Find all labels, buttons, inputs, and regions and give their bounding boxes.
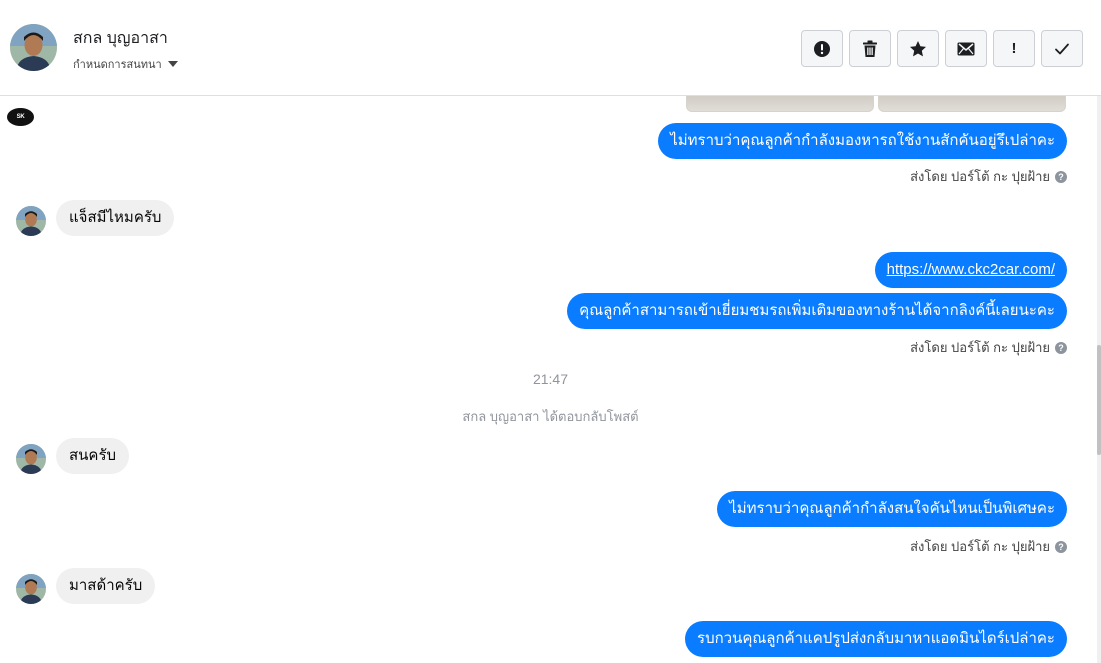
contact-avatar[interactable] xyxy=(10,24,57,71)
avatar-image xyxy=(16,574,46,604)
avatar-image xyxy=(16,206,46,236)
contact-avatar-small xyxy=(16,444,46,474)
avatar-image xyxy=(10,24,57,71)
contact-avatar-small xyxy=(16,206,46,236)
contact-avatar-small xyxy=(16,574,46,604)
page-logo-avatar: SK xyxy=(7,108,34,126)
outgoing-message[interactable]: ไม่ทราบว่าคุณลูกค้ากำลังสนใจคันไหนเป็นพิ… xyxy=(717,491,1067,527)
sent-by-label: ส่งโดย ปอร์โต้ กะ ปุยฝ้าย ? xyxy=(910,166,1067,187)
outgoing-message[interactable]: รบกวนคุณลูกค้าแคปรูปส่งกลับมาหาแอดมินไดร… xyxy=(685,621,1067,657)
help-icon[interactable]: ? xyxy=(1055,341,1067,354)
mark-unread-button[interactable] xyxy=(945,30,987,67)
star-button[interactable] xyxy=(897,30,939,67)
sent-by-label: ส่งโดย ปอร์โต้ กะ ปุยฝ้าย ? xyxy=(910,337,1067,358)
image-attachment[interactable] xyxy=(878,96,1066,112)
assign-conversation-dropdown[interactable]: กำหนดการสนทนา xyxy=(73,55,178,73)
follow-up-button[interactable]: ! xyxy=(993,30,1035,67)
alert-circle-icon xyxy=(814,40,830,57)
outgoing-message[interactable]: ไม่ทราบว่าคุณลูกค้ากำลังมองหารถใช้งานสัก… xyxy=(658,123,1067,159)
header-actions: ! xyxy=(801,30,1083,67)
sent-by-label: ส่งโดย ปอร์โต้ กะ ปุยฝ้าย ? xyxy=(910,536,1067,557)
caret-down-icon xyxy=(167,61,178,67)
exclamation-icon: ! xyxy=(1011,40,1017,57)
contact-name: สกล บุญอาสา xyxy=(73,30,168,47)
image-attachment[interactable] xyxy=(686,96,874,112)
incoming-message[interactable]: แจ็สมีไหมครับ xyxy=(56,200,175,236)
outgoing-message[interactable]: คุณลูกค้าสามารถเข้าเยี่ยมชมรถเพิ่มเติมขอ… xyxy=(567,293,1067,329)
incoming-message[interactable]: มาสด้าครับ xyxy=(56,568,156,604)
sent-by-text: ส่งโดย ปอร์โต้ กะ ปุยฝ้าย xyxy=(910,169,1050,184)
delete-button[interactable] xyxy=(849,30,891,67)
envelope-icon xyxy=(957,42,975,55)
help-icon[interactable]: ? xyxy=(1055,540,1067,553)
checkmark-icon xyxy=(1055,43,1069,54)
timestamp-separator: 21:47 xyxy=(532,371,569,387)
post-reply-notice: สกล บุญอาสา ได้ตอบกลับโพสต์ xyxy=(462,409,639,424)
help-icon[interactable]: ? xyxy=(1055,170,1067,183)
mark-spam-button[interactable] xyxy=(801,30,843,67)
message-thread[interactable]: SK ไม่ทราบว่าคุณลูกค้ากำลังมองหารถใช้งาน… xyxy=(0,96,1097,663)
sent-by-text: ส่งโดย ปอร์โต้ กะ ปุยฝ้าย xyxy=(910,539,1050,554)
mark-done-button[interactable] xyxy=(1041,30,1083,67)
incoming-message[interactable]: สนครับ xyxy=(56,438,130,474)
assign-label: กำหนดการสนทนา xyxy=(73,59,162,71)
avatar-image xyxy=(16,444,46,474)
sent-by-text: ส่งโดย ปอร์โต้ กะ ปุยฝ้าย xyxy=(910,340,1050,355)
scrollbar-thumb[interactable] xyxy=(1097,345,1101,455)
conversation-header: สกล บุญอาสา กำหนดการสนทนา ! xyxy=(0,0,1101,96)
trash-icon xyxy=(863,40,877,57)
star-icon xyxy=(910,40,926,56)
outgoing-link-message[interactable]: https://www.ckc2car.com/ xyxy=(874,252,1067,288)
